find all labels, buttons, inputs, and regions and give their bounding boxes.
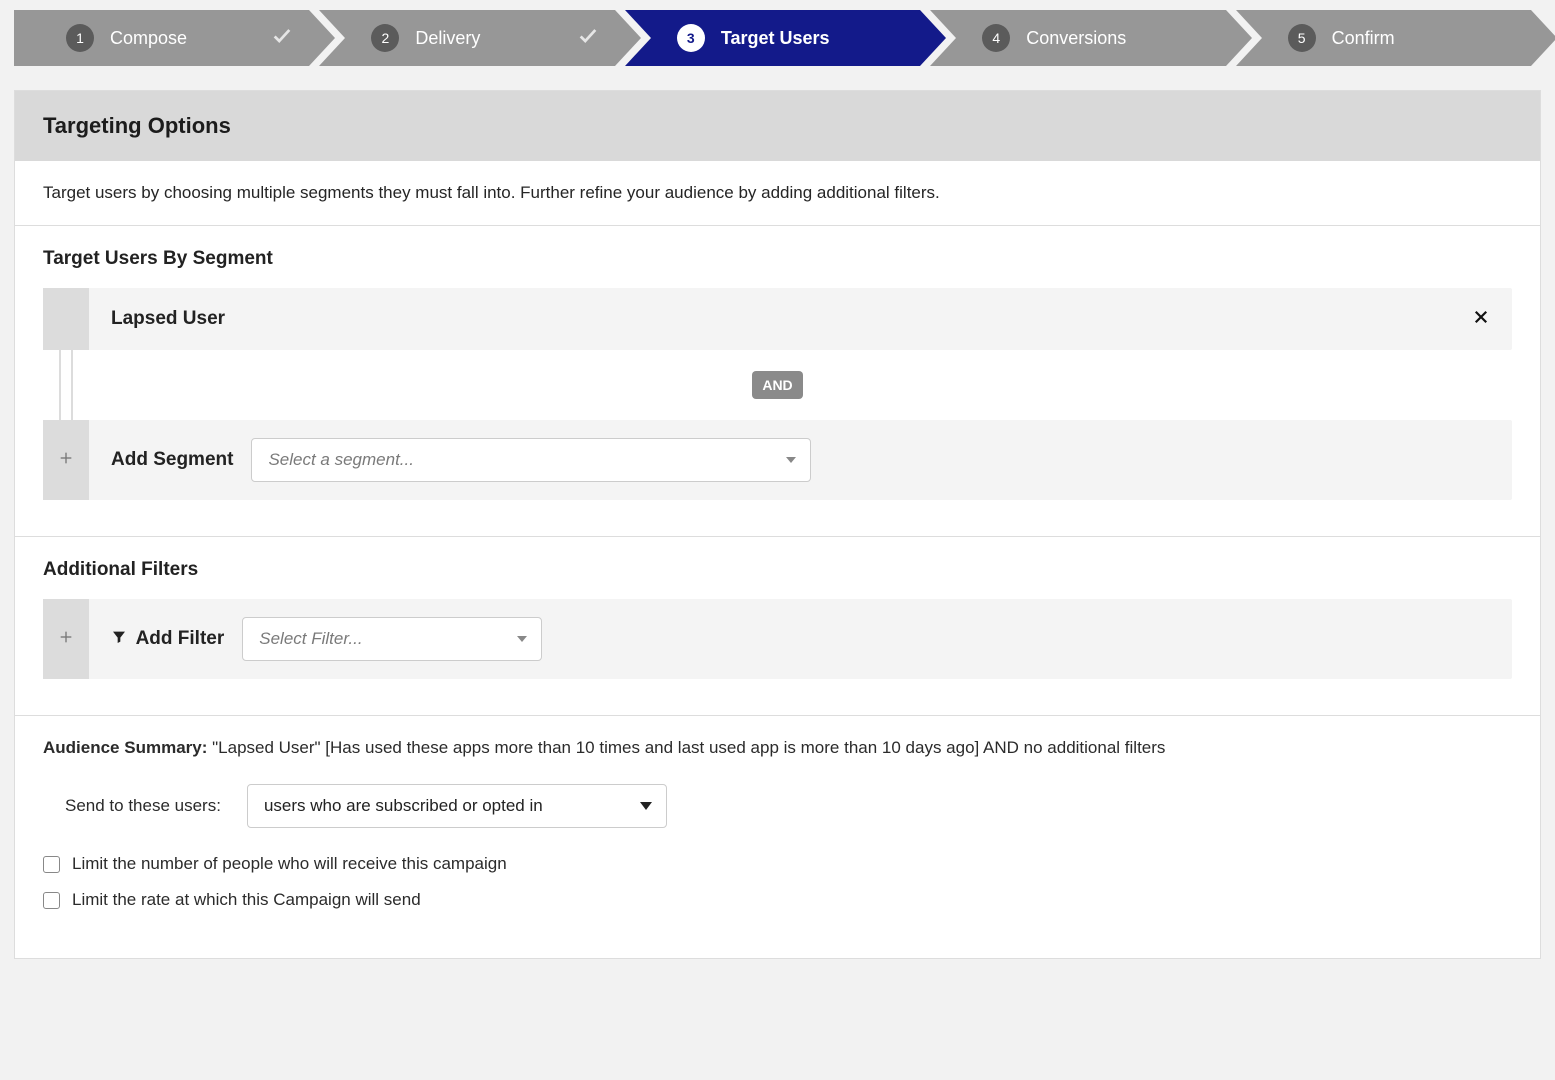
segments-block: Target Users By Segment Lapsed User AND … bbox=[15, 226, 1540, 537]
send-to-label: Send to these users: bbox=[65, 796, 221, 816]
filters-heading: Additional Filters bbox=[43, 559, 1512, 581]
step-label: Compose bbox=[110, 28, 187, 49]
send-to-row: Send to these users: users who are subsc… bbox=[65, 784, 1512, 828]
add-filter-handle[interactable] bbox=[43, 599, 89, 679]
segment-select[interactable]: Select a segment... bbox=[251, 438, 811, 482]
audience-summary-text: "Lapsed User" [Has used these apps more … bbox=[212, 738, 1165, 757]
checkbox-icon bbox=[43, 856, 60, 873]
step-number: 3 bbox=[677, 24, 705, 52]
step-number: 2 bbox=[371, 24, 399, 52]
audience-summary-block: Audience Summary: "Lapsed User" [Has use… bbox=[15, 716, 1540, 958]
segment-handle[interactable] bbox=[43, 288, 89, 350]
plus-icon bbox=[58, 629, 74, 650]
step-delivery[interactable]: 2 Delivery bbox=[319, 10, 614, 66]
step-number: 5 bbox=[1288, 24, 1316, 52]
limit-rate-label: Limit the rate at which this Campaign wi… bbox=[72, 890, 421, 910]
check-icon bbox=[577, 25, 599, 52]
step-compose[interactable]: 1 Compose bbox=[14, 10, 309, 66]
step-number: 1 bbox=[66, 24, 94, 52]
funnel-icon bbox=[111, 628, 136, 649]
segment-connector: AND bbox=[43, 350, 1512, 420]
filter-select[interactable]: Select Filter... bbox=[242, 617, 542, 661]
add-filter-label: Add Filter bbox=[111, 628, 224, 650]
limit-rate-checkbox[interactable]: Limit the rate at which this Campaign wi… bbox=[43, 890, 1512, 910]
step-label: Delivery bbox=[415, 28, 480, 49]
step-confirm[interactable]: 5 Confirm bbox=[1236, 10, 1531, 66]
audience-summary-label: Audience Summary: bbox=[43, 738, 207, 757]
limit-people-checkbox[interactable]: Limit the number of people who will rece… bbox=[43, 854, 1512, 874]
filter-select-placeholder: Select Filter... bbox=[259, 629, 362, 649]
segment-row: Lapsed User bbox=[43, 288, 1512, 350]
panel-title: Targeting Options bbox=[15, 91, 1540, 161]
segment-select-placeholder: Select a segment... bbox=[268, 450, 414, 470]
checkbox-icon bbox=[43, 892, 60, 909]
step-conversions[interactable]: 4 Conversions bbox=[930, 10, 1225, 66]
plus-icon bbox=[58, 450, 74, 471]
segments-heading: Target Users By Segment bbox=[43, 248, 1512, 270]
add-segment-row: Add Segment Select a segment... bbox=[43, 420, 1512, 500]
chevron-down-icon bbox=[517, 636, 527, 642]
segment-name: Lapsed User bbox=[111, 308, 225, 330]
step-label: Confirm bbox=[1332, 28, 1395, 49]
step-label: Target Users bbox=[721, 28, 830, 49]
wizard-stepper: 1 Compose 2 Delivery 3 Target Users 4 Co… bbox=[14, 10, 1541, 66]
add-segment-handle[interactable] bbox=[43, 420, 89, 500]
send-to-value: users who are subscribed or opted in bbox=[264, 796, 543, 816]
segment-joiner: AND bbox=[752, 371, 802, 399]
limit-people-label: Limit the number of people who will rece… bbox=[72, 854, 507, 874]
send-to-select[interactable]: users who are subscribed or opted in bbox=[247, 784, 667, 828]
add-segment-label: Add Segment bbox=[111, 449, 233, 471]
step-target-users[interactable]: 3 Target Users bbox=[625, 10, 920, 66]
filters-block: Additional Filters Add Filter Select Fil… bbox=[15, 537, 1540, 716]
step-number: 4 bbox=[982, 24, 1010, 52]
panel-description: Target users by choosing multiple segmen… bbox=[15, 161, 1540, 226]
chevron-down-icon bbox=[786, 457, 796, 463]
targeting-panel: Targeting Options Target users by choosi… bbox=[14, 90, 1541, 959]
remove-segment-button[interactable] bbox=[1472, 306, 1490, 332]
check-icon bbox=[271, 25, 293, 52]
step-label: Conversions bbox=[1026, 28, 1126, 49]
audience-summary-line: Audience Summary: "Lapsed User" [Has use… bbox=[43, 738, 1512, 758]
chevron-down-icon bbox=[640, 802, 652, 810]
add-filter-row: Add Filter Select Filter... bbox=[43, 599, 1512, 679]
